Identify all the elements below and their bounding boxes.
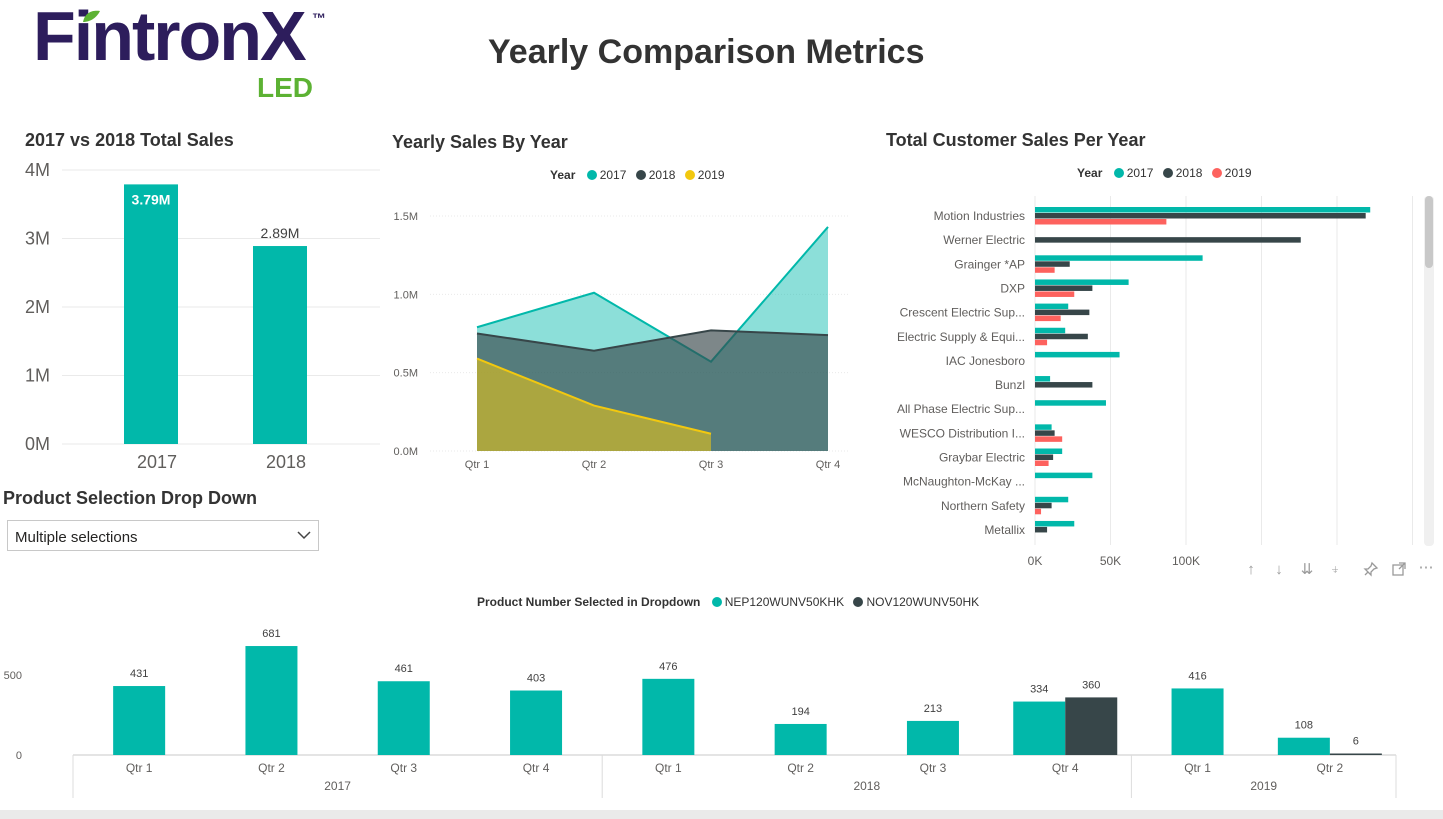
bar — [774, 723, 827, 755]
bar — [906, 720, 959, 755]
x-tick-label: Qtr 4 — [1052, 761, 1079, 775]
data-label: 360 — [1082, 679, 1100, 691]
x-tick-label: Qtr 3 — [920, 761, 947, 775]
x-tick-label: Qtr 1 — [126, 761, 153, 775]
x-tick-label: Qtr 1 — [1184, 761, 1211, 775]
data-label: 461 — [395, 663, 413, 675]
y-tick-label: 0 — [16, 750, 22, 762]
bar — [1329, 753, 1382, 755]
bottom-strip — [0, 810, 1443, 819]
data-label: 213 — [924, 703, 942, 715]
data-label: 6 — [1353, 736, 1359, 748]
data-label: 681 — [262, 628, 280, 640]
x-tick-label: Qtr 3 — [390, 761, 417, 775]
bar — [377, 681, 430, 755]
x-tick-label: Qtr 2 — [258, 761, 285, 775]
data-label: 476 — [659, 661, 677, 673]
y-tick-label: 500 — [4, 670, 22, 682]
bar — [1013, 701, 1066, 755]
group-label: 2017 — [324, 779, 351, 793]
data-label: 194 — [791, 706, 809, 718]
bar — [1277, 737, 1330, 755]
data-label: 431 — [130, 668, 148, 680]
product-quarterly-column-chart[interactable]: 0 500 431 Qtr 1 681 Qtr 2 461 Qtr 3 403 Qtr 4 476 Q… — [0, 0, 1443, 819]
x-tick-label: Qtr 4 — [523, 761, 550, 775]
group-label: 2018 — [853, 779, 880, 793]
x-tick-label: Qtr 2 — [1317, 761, 1344, 775]
bar — [510, 690, 563, 755]
bar — [113, 686, 166, 755]
data-label: 416 — [1188, 670, 1206, 682]
bar — [1065, 697, 1118, 755]
x-tick-label: Qtr 2 — [787, 761, 814, 775]
bar — [1171, 688, 1224, 755]
data-label: 403 — [527, 673, 545, 685]
data-label: 334 — [1030, 684, 1048, 696]
bar — [642, 678, 695, 755]
data-label: 108 — [1295, 720, 1313, 732]
bar — [245, 646, 298, 755]
x-tick-label: Qtr 1 — [655, 761, 682, 775]
group-label: 2019 — [1250, 779, 1277, 793]
